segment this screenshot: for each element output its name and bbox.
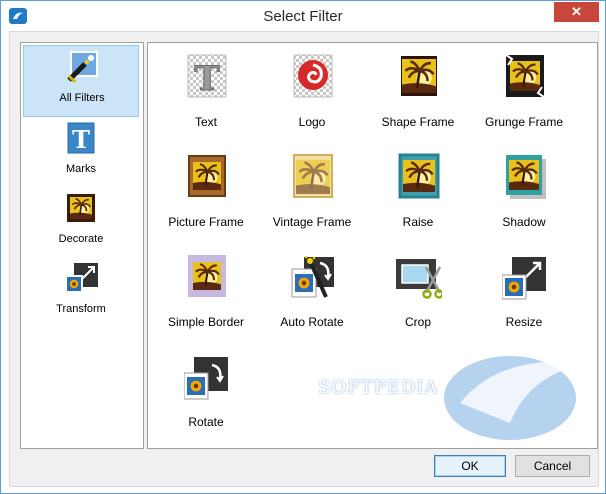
category-label: Decorate	[58, 233, 104, 245]
title-bar: Select Filter ✕	[1, 1, 605, 31]
select-filter-window: Select Filter ✕ All Filters T Marks Deco…	[0, 0, 606, 494]
filter-label: Raise	[402, 215, 434, 229]
filter-label: Crop	[404, 315, 431, 329]
text-mark-icon: T	[67, 122, 95, 154]
category-marks[interactable]: T Marks	[23, 117, 139, 187]
category-label: Transform	[56, 303, 106, 315]
filter-grunge-frame[interactable]: Grunge Frame	[472, 53, 576, 143]
grunge-frame-icon	[505, 54, 545, 98]
filter-crop[interactable]: Crop	[366, 253, 470, 343]
filter-label: Text	[194, 115, 217, 129]
crop-icon	[396, 259, 442, 299]
picture-frame-icon	[188, 155, 226, 197]
filter-logo[interactable]: Logo	[260, 53, 364, 143]
filter-label: Shadow	[502, 215, 546, 229]
filter-label: Picture Frame	[168, 215, 244, 229]
category-transform[interactable]: Transform	[23, 257, 139, 327]
rotate-icon	[184, 357, 228, 400]
filter-auto-rotate[interactable]: Auto Rotate	[260, 253, 364, 343]
filter-text[interactable]: T Text	[154, 53, 258, 143]
close-button[interactable]: ✕	[554, 2, 599, 22]
filter-label: Vintage Frame	[272, 215, 352, 229]
filter-label: Shape Frame	[381, 115, 455, 129]
filter-label: Simple Border	[167, 315, 245, 329]
filter-label: Auto Rotate	[280, 315, 344, 329]
ok-button[interactable]: OK	[434, 455, 506, 477]
filter-shape-frame[interactable]: Shape Frame	[366, 53, 470, 143]
watermark-text: SOFTPEDIA	[318, 377, 439, 398]
watermark-url: www.softpedia.com	[352, 401, 421, 410]
simple-border-icon	[188, 255, 226, 297]
filter-label: Logo	[298, 115, 326, 129]
filter-resize[interactable]: Resize	[472, 253, 576, 343]
svg-text:T: T	[194, 59, 219, 99]
filter-label: Resize	[505, 315, 543, 329]
softpedia-watermark-icon	[444, 356, 590, 440]
text-filter-icon: T	[187, 54, 227, 100]
resize-icon	[502, 257, 546, 300]
filter-picture-frame[interactable]: Picture Frame	[154, 153, 258, 243]
filter-shadow[interactable]: Shadow	[472, 153, 576, 243]
svg-text:T: T	[72, 125, 90, 154]
auto-rotate-icon	[291, 255, 334, 298]
filter-simple-border[interactable]: Simple Border	[154, 253, 258, 343]
shape-frame-icon	[399, 54, 439, 98]
vintage-frame-icon	[293, 154, 333, 198]
window-title: Select Filter	[263, 8, 343, 25]
category-all-filters[interactable]: All Filters	[23, 45, 139, 117]
filter-rotate[interactable]: Rotate	[154, 353, 258, 443]
category-decorate[interactable]: Decorate	[23, 187, 139, 257]
filter-label: Rotate	[188, 415, 224, 429]
transform-icon	[65, 263, 98, 293]
dialog-body: All Filters T Marks Decorate Transform T…	[9, 31, 599, 487]
category-list: All Filters T Marks Decorate Transform	[20, 42, 144, 449]
category-label: Marks	[66, 163, 96, 175]
logo-filter-icon	[293, 54, 333, 98]
category-label: All Filters	[59, 92, 105, 104]
framed-picture-icon	[67, 194, 95, 222]
filter-raise[interactable]: Raise	[366, 153, 470, 243]
shadow-icon	[506, 155, 546, 199]
raise-icon	[398, 153, 440, 199]
cancel-button[interactable]: Cancel	[515, 455, 590, 477]
filter-label: Grunge Frame	[484, 115, 564, 129]
magic-wand-icon	[67, 51, 98, 84]
filter-vintage-frame[interactable]: Vintage Frame	[260, 153, 364, 243]
